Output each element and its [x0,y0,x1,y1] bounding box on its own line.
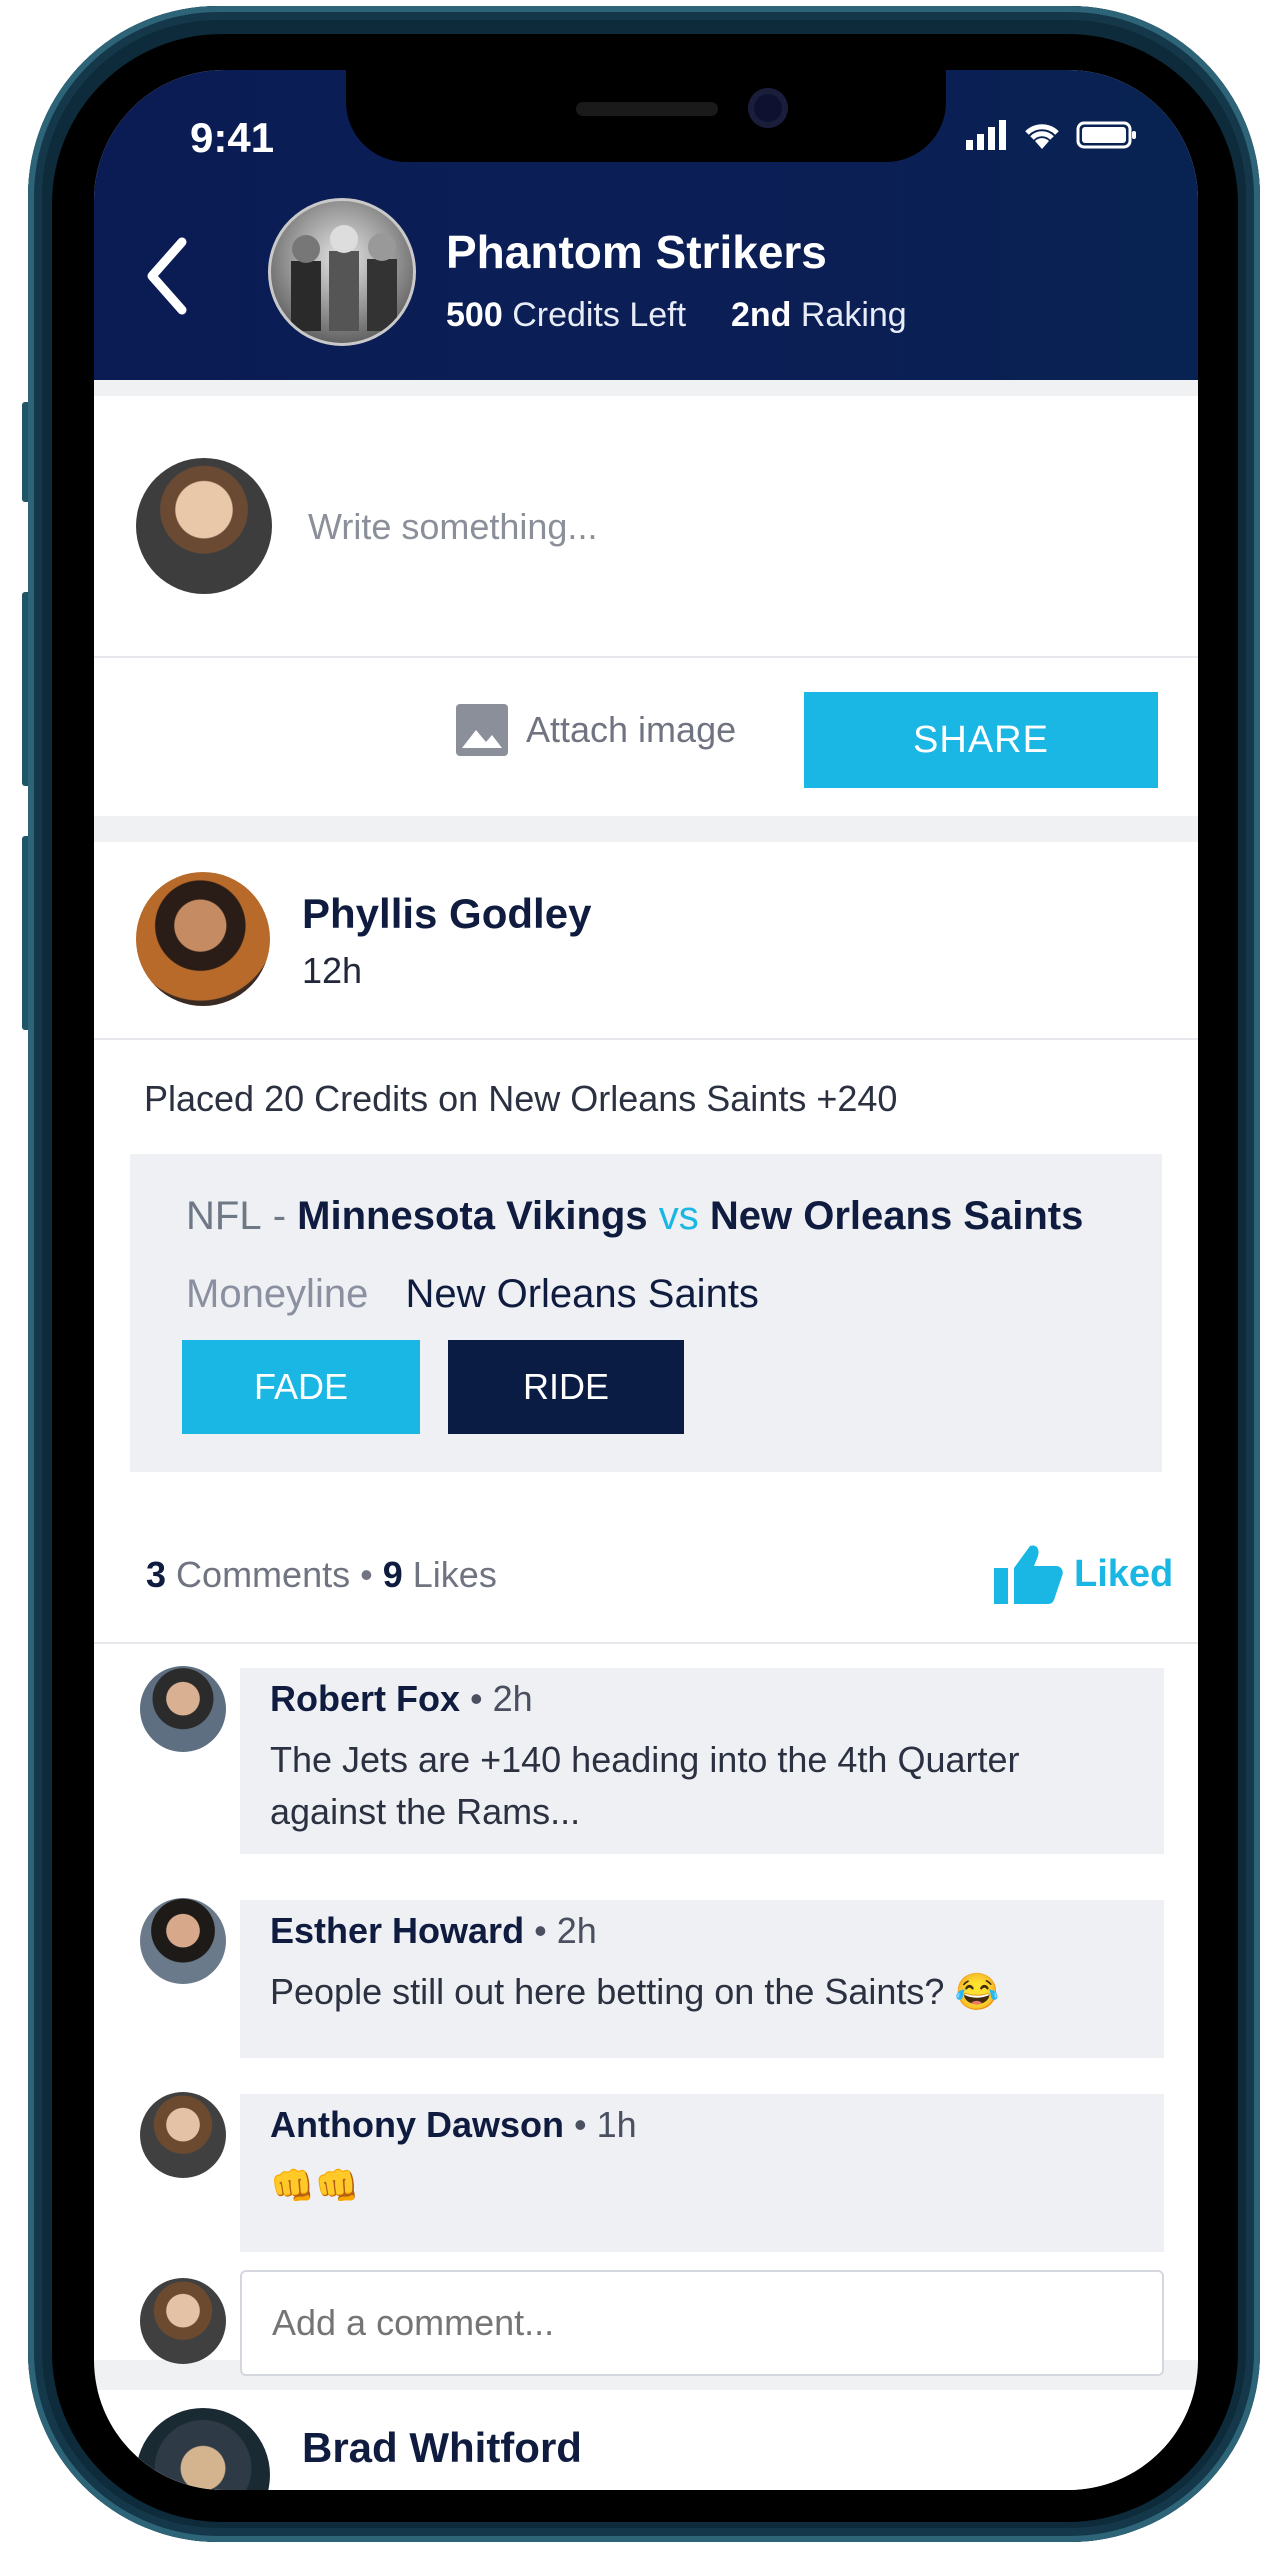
liked-label: Liked [1074,1552,1174,1595]
status-time: 9:41 [190,114,275,161]
bet-card: NFL - Minnesota Vikings vs New Orleans S… [130,1154,1162,1472]
team-avatar [268,198,416,346]
my-comment-avatar [140,2278,226,2364]
battery-icon [1076,121,1136,149]
app-screen: 9:41 Phantom Strikers 500 Credits Left 2… [94,70,1198,2490]
comment-text-line: against the Rams... [270,1791,581,1832]
comment-time: 2h [492,1678,533,1719]
comment-item: Esther Howard • 2h People still out here… [240,1900,1164,2058]
bet-selection-row: Moneyline New Orleans Saints [186,1272,759,1317]
comment-text-line: 👊👊 [270,2165,360,2206]
likes-label: Likes [412,1554,497,1595]
likes-count: 9 [382,1554,403,1595]
back-button[interactable] [142,236,192,321]
bet-team-a: Minnesota Vikings [297,1194,648,1238]
comment-text-line: The Jets are +140 heading into the 4th Q… [270,1739,1020,1780]
wifi-icon [1025,124,1059,149]
status-icons [966,120,1138,150]
bet-matchup: NFL - Minnesota Vikings vs New Orleans S… [186,1194,1083,1239]
bet-team-b: New Orleans Saints [709,1194,1084,1238]
next-post-card: Brad Whitford [94,2390,1198,2490]
comment-author: Robert Fox • 2h [270,1678,533,1720]
signal-icon [966,120,1006,150]
bet-selection: New Orleans Saints [405,1272,759,1316]
comment-author: Esther Howard • 2h [270,1910,597,1952]
comment-avatar[interactable] [140,2092,226,2178]
rank-value: 2nd [730,296,792,334]
post-author-name[interactable]: Phyllis Godley [302,890,591,938]
comment-dot: • [574,2104,587,2145]
my-avatar [136,458,272,594]
comment-author: Anthony Dawson • 1h [270,2104,637,2146]
comment-avatar[interactable] [140,1898,226,1984]
team-name: Phantom Strikers [446,226,827,278]
comment-text-line: People still out here betting on the Sai… [270,1971,1000,2012]
comment-avatar[interactable] [140,1666,226,1752]
attach-image-label: Attach image [526,709,737,750]
composer-card: Write something... Attach image SHARE [94,396,1198,816]
chevron-left-icon [147,237,187,315]
bet-league: NFL [186,1194,262,1238]
comment-item: Robert Fox • 2h The Jets are +140 headin… [240,1668,1164,1854]
team-header: 9:41 Phantom Strikers 500 Credits Left 2… [94,70,1198,380]
post-time: 12h [302,950,363,991]
comments-count: 3 [146,1554,167,1595]
stats-separator: • [360,1554,373,1595]
comment-dot: • [470,1678,483,1719]
ride-button[interactable]: RIDE [448,1340,684,1434]
bet-vs: vs [658,1194,699,1238]
bet-separator: - [272,1194,287,1238]
image-icon [456,704,508,756]
write-something-input[interactable]: Write something... [308,506,597,548]
comment-author-name[interactable]: Robert Fox [270,1678,460,1719]
credits-label: Credits Left [512,296,687,334]
add-comment-input[interactable] [240,2270,1164,2376]
post-stats[interactable]: 3 Comments • 9 Likes [146,1554,497,1596]
stats-divider [94,1642,1198,1644]
thumbs-up-icon [994,1545,1063,1604]
next-post-author-name[interactable]: Brad Whitford [302,2424,582,2472]
post-header-divider [94,1038,1198,1040]
team-stats: 500 Credits Left 2nd Raking [446,296,907,335]
composer-divider [94,656,1198,658]
front-camera [748,88,788,128]
comment-author-name[interactable]: Esther Howard [270,1910,524,1951]
comment-dot: • [534,1910,547,1951]
next-post-author-avatar[interactable] [136,2408,270,2490]
attach-image-button[interactable]: Attach image [456,704,736,756]
comment-time: 2h [556,1910,597,1951]
fade-button[interactable]: FADE [182,1340,420,1434]
bet-market: Moneyline [186,1272,369,1316]
post-text: Placed 20 Credits on New Orleans Saints … [144,1078,898,1119]
comment-item: Anthony Dawson • 1h 👊👊 [240,2094,1164,2252]
comments-label: Comments [176,1554,351,1595]
notch [346,70,946,162]
share-button[interactable]: SHARE [804,692,1158,788]
comment-time: 1h [596,2104,637,2145]
comment-author-name[interactable]: Anthony Dawson [270,2104,564,2145]
speaker [576,102,718,116]
liked-button[interactable]: Liked [992,1542,1173,1606]
post-author-avatar[interactable] [136,872,270,1006]
post-card: Phyllis Godley 12h Placed 20 Credits on … [94,842,1198,2376]
credits-value: 500 [446,296,503,334]
rank-label: Raking [800,296,907,334]
